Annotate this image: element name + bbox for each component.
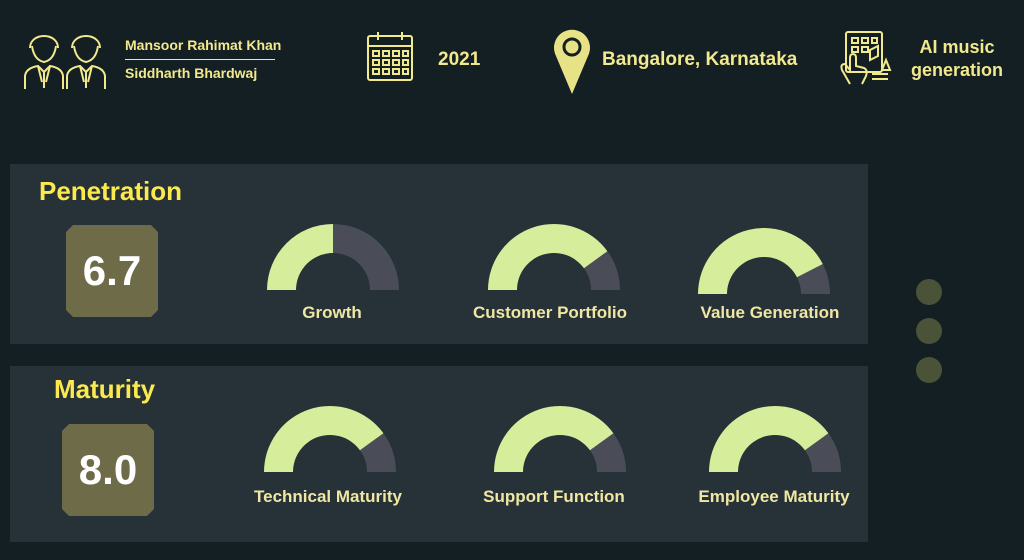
section-title-maturity: Maturity [54,374,156,404]
gauge-fill [488,224,608,290]
gauge-technical-maturity [264,406,396,472]
carousel-dot-1[interactable] [916,279,942,305]
location-text: Bangalore, Karnataka [602,49,798,70]
gauge-support-function [494,406,626,472]
calendar-icon [367,32,413,81]
founded-year: 2021 [438,49,481,70]
carousel-dot-3[interactable] [916,357,942,383]
gauge-label-growth: Growth [302,303,362,322]
gauge-fill [709,406,829,472]
founder-name-2: Siddharth Bhardwaj [125,65,258,81]
gauge-label-employee-maturity: Employee Maturity [698,487,850,506]
section-title-penetration: Penetration [39,176,183,206]
location-pin-icon [554,29,590,94]
founder-divider [125,59,275,60]
founders-block: Mansoor Rahimat Khan Siddharth Bhardwaj [125,36,281,82]
gauge-employee-maturity [709,406,841,472]
domain-line-1: AI music [919,37,995,57]
founders-icon [24,35,106,89]
gauge-label-support-function: Support Function [483,487,625,506]
gauge-label-technical-maturity: Technical Maturity [254,487,402,506]
penetration-panel: Penetration 6.7 Growth Customer Portfoli… [10,164,868,344]
gauge-fill [264,406,384,472]
founder-name-1: Mansoor Rahimat Khan [125,37,282,53]
penetration-score: 6.7 [66,225,158,317]
ai-music-icon [840,31,892,85]
gauge-growth [267,224,399,290]
gauge-customer-portfolio [488,224,620,290]
gauge-fill [267,224,333,290]
gauge-value-generation [698,227,830,294]
domain-text: AI music generation [895,36,1019,82]
gauge-track [333,224,399,290]
maturity-panel: Maturity 8.0 Technical Maturity Support … [10,366,868,542]
gauge-fill [494,406,614,472]
maturity-score: 8.0 [62,424,154,516]
gauge-label-value-generation: Value Generation [700,303,840,322]
carousel-dot-2[interactable] [916,318,942,344]
domain-line-2: generation [910,60,1003,80]
gauge-label-customer-portfolio: Customer Portfolio [473,303,627,322]
